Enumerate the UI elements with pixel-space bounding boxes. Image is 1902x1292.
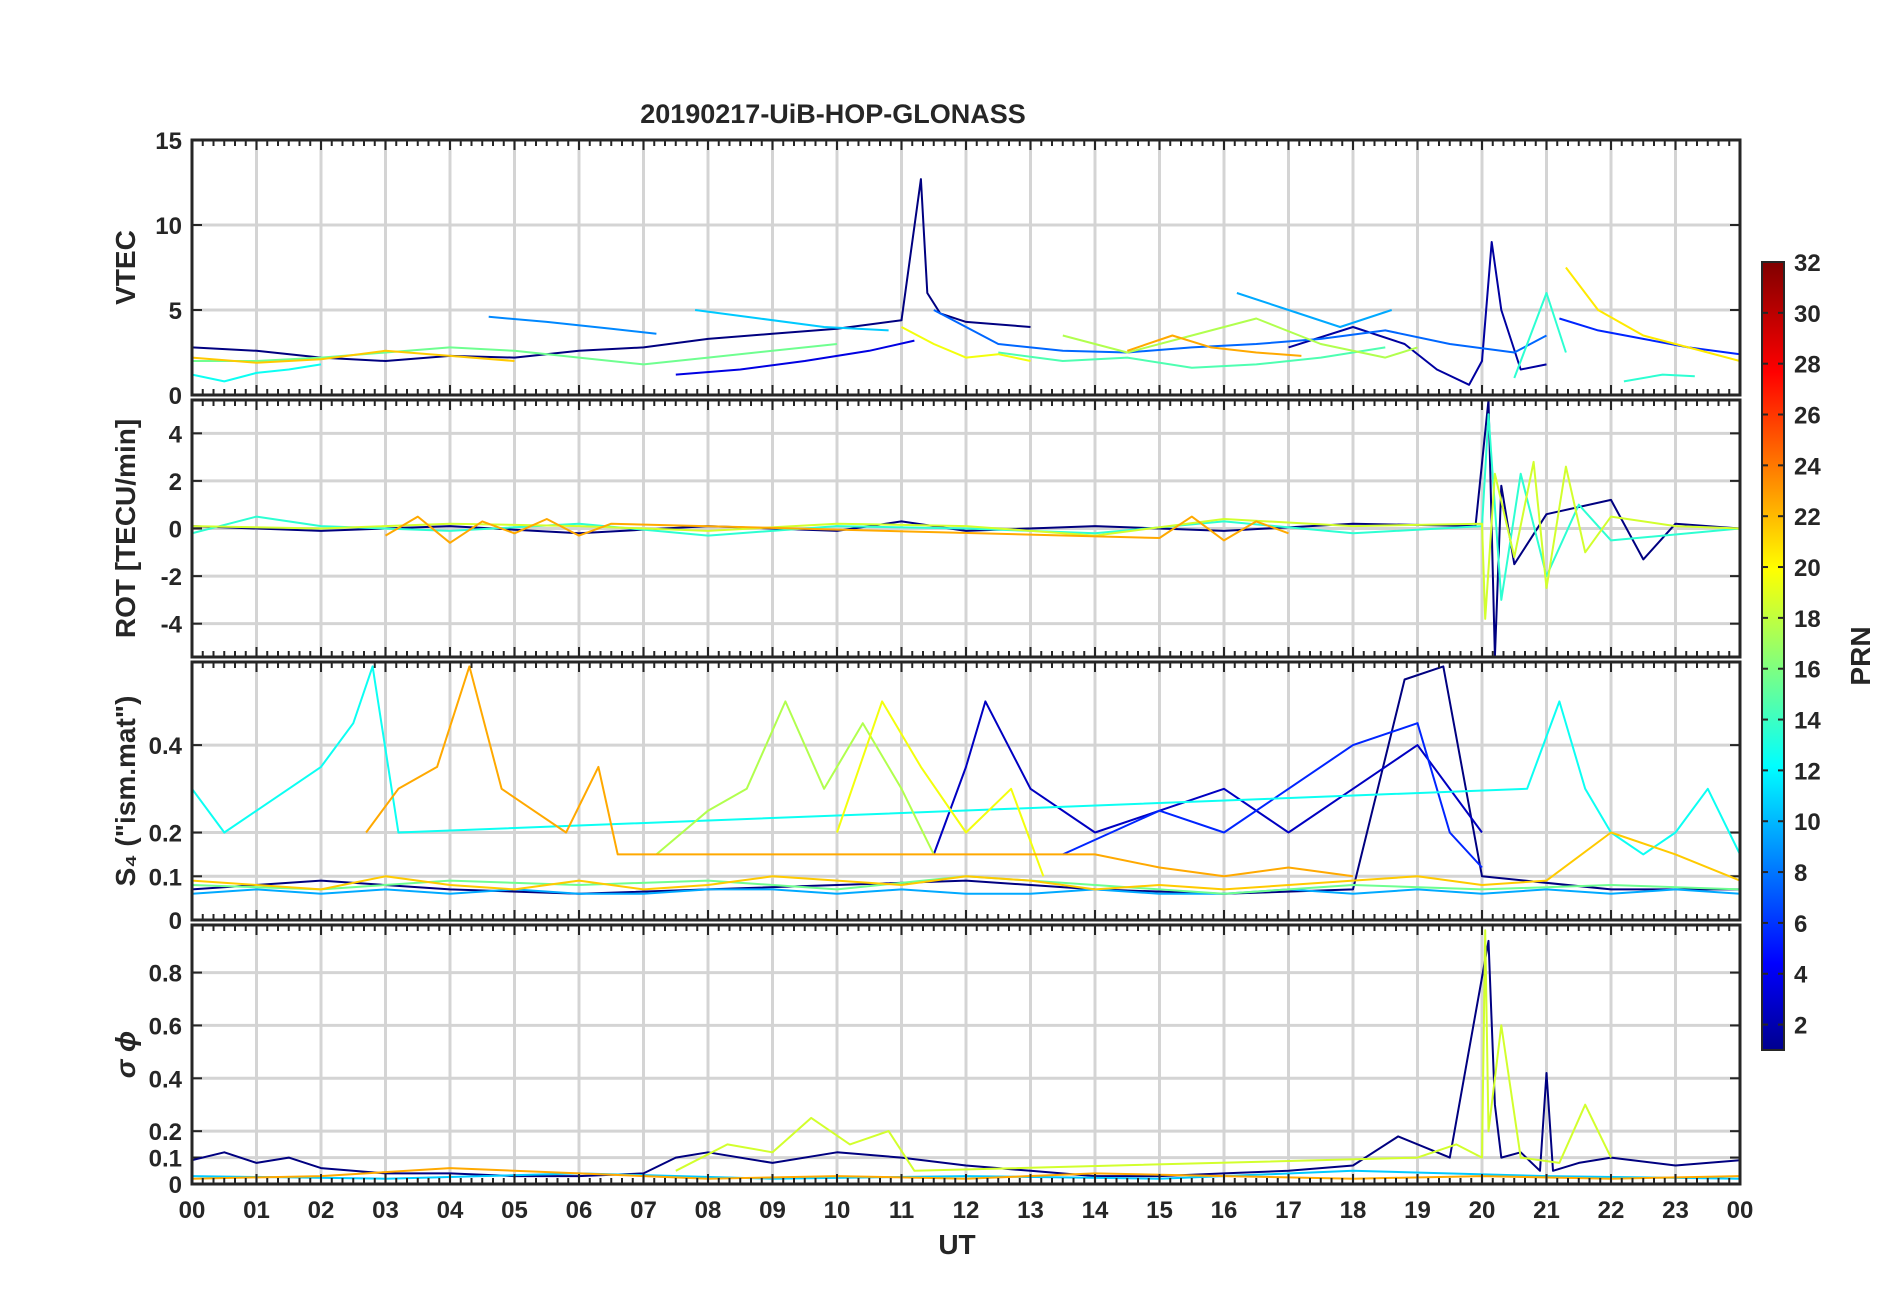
- x-tick-label: 16: [1211, 1197, 1238, 1224]
- vtec-y-axis-label: VTEC: [110, 230, 141, 305]
- panel-vtec: 0 5 10 15 VTEC: [110, 128, 1742, 410]
- colorbar-tick-label: 26: [1794, 403, 1821, 430]
- y-tick-label: 0.6: [149, 1013, 182, 1040]
- x-axis-label: UT: [938, 1229, 975, 1260]
- colorbar-label: PRN: [1845, 626, 1876, 685]
- x-tick-label: 01: [243, 1197, 270, 1224]
- x-tick-label: 17: [1275, 1197, 1302, 1224]
- sigma_phi-y-axis-label: σ ϕ: [110, 1031, 141, 1079]
- vtec-series-prn-14: [1623, 373, 1695, 383]
- y-tick-label: 0: [169, 1172, 182, 1199]
- vtec-series-prn-11: [694, 309, 889, 332]
- figure: 20190217-UiB-HOP-GLONASS 051015VTEC-4-20…: [110, 99, 1876, 1260]
- colorbar-tick-label: 24: [1794, 453, 1821, 480]
- y-tick-label: 15: [155, 128, 182, 155]
- y-tick-label: -2: [161, 564, 182, 591]
- colorbar-tick-label: 2: [1794, 1013, 1807, 1040]
- vtec-series-prn-1: [192, 178, 1031, 362]
- x-tick-label: 00: [1727, 1197, 1754, 1224]
- colorbar-tick-label: 32: [1794, 250, 1821, 277]
- s4-series-prn-20: [836, 700, 1045, 877]
- y-tick-label: 0.4: [149, 1066, 183, 1093]
- y-tick-label: -4: [161, 612, 183, 639]
- y-tick-label: 0: [169, 383, 182, 410]
- colorbar-tick-label: 4: [1794, 962, 1808, 989]
- vtec-series-prn-21: [1565, 266, 1740, 362]
- colorbar-tick-label: 14: [1794, 708, 1821, 735]
- y-tick-label: 5: [169, 298, 182, 325]
- colorbar-tick-label: 8: [1794, 860, 1807, 887]
- x-tick-label: 04: [437, 1197, 464, 1224]
- panel-rot: -4 -2 0 2 4 ROT [TECU/min]: [110, 398, 1742, 659]
- colorbar-tick-label: 10: [1794, 809, 1821, 836]
- x-tick-label: 05: [501, 1197, 528, 1224]
- y-tick-label: 2: [169, 469, 182, 496]
- chart-title: 20190217-UiB-HOP-GLONASS: [640, 99, 1026, 129]
- panel-sigma_phi: 00.10.2 0.4 0.6 0.8 σ ϕ: [110, 923, 1742, 1199]
- vtec-series-prn-8: [933, 309, 1547, 354]
- x-tick-label: 07: [630, 1197, 657, 1224]
- x-tick-label: 21: [1533, 1197, 1560, 1224]
- x-axis: 00 01 02 03 04 05 06 07 08 09 10 11 12 13 14 15 16 17 18 19…: [179, 1197, 1754, 1224]
- colorbar-tick-label: 18: [1794, 606, 1821, 633]
- colorbar-gradient: [1761, 261, 1785, 1051]
- y-tick-label: 0.1: [149, 864, 182, 891]
- colorbar-tick-label: 12: [1794, 758, 1821, 785]
- x-tick-label: 23: [1662, 1197, 1689, 1224]
- y-tick-label: 0.2: [149, 821, 182, 848]
- y-tick-label: 0: [169, 517, 182, 544]
- s4-y-axis-label: S₄ ("ism.mat"): [110, 696, 141, 887]
- x-tick-label: 02: [308, 1197, 335, 1224]
- colorbar-tick-label: 22: [1794, 504, 1821, 531]
- colorbar-tick-label: 30: [1794, 301, 1821, 328]
- colorbar: 2468101214161820222426283032PRN: [1761, 250, 1876, 1051]
- y-tick-label: 0.2: [149, 1119, 182, 1146]
- panels: 051015VTEC-4-2024ROT [TECU/min]00.10.20.…: [110, 128, 1742, 1199]
- colorbar-tick-label: 28: [1794, 352, 1821, 379]
- panel-s4: 0 0.1 0.2 0.4 S₄ ("ism.mat"): [110, 660, 1742, 935]
- sigma_phi-series-prn-19: [675, 929, 1612, 1172]
- colorbar-tick-label: 16: [1794, 657, 1821, 684]
- x-tick-label: 10: [824, 1197, 851, 1224]
- y-tick-label: 0.1: [149, 1146, 182, 1173]
- x-tick-label: 22: [1598, 1197, 1625, 1224]
- colorbar-tick-label: 6: [1794, 911, 1807, 938]
- x-tick-label: 12: [953, 1197, 980, 1224]
- x-tick-label: 18: [1340, 1197, 1367, 1224]
- vtec-series-prn-22: [192, 349, 515, 364]
- x-tick-label: 00: [179, 1197, 206, 1224]
- x-tick-label: 20: [1469, 1197, 1496, 1224]
- x-tick-label: 08: [695, 1197, 722, 1224]
- y-tick-label: 10: [155, 213, 182, 240]
- x-tick-label: 15: [1146, 1197, 1173, 1224]
- x-tick-label: 14: [1082, 1197, 1109, 1224]
- y-tick-label: 4: [169, 421, 183, 448]
- colorbar-tick-label: 20: [1794, 555, 1821, 582]
- x-tick-label: 13: [1017, 1197, 1044, 1224]
- x-tick-label: 11: [889, 1197, 914, 1224]
- rot-y-axis-label: ROT [TECU/min]: [110, 419, 141, 638]
- x-tick-label: 03: [372, 1197, 399, 1224]
- y-tick-label: 0: [169, 908, 182, 935]
- y-tick-label: 0.8: [149, 961, 182, 988]
- x-tick-label: 06: [566, 1197, 593, 1224]
- x-tick-label: 19: [1404, 1197, 1431, 1224]
- y-tick-label: 0.4: [149, 733, 183, 760]
- x-tick-label: 09: [759, 1197, 786, 1224]
